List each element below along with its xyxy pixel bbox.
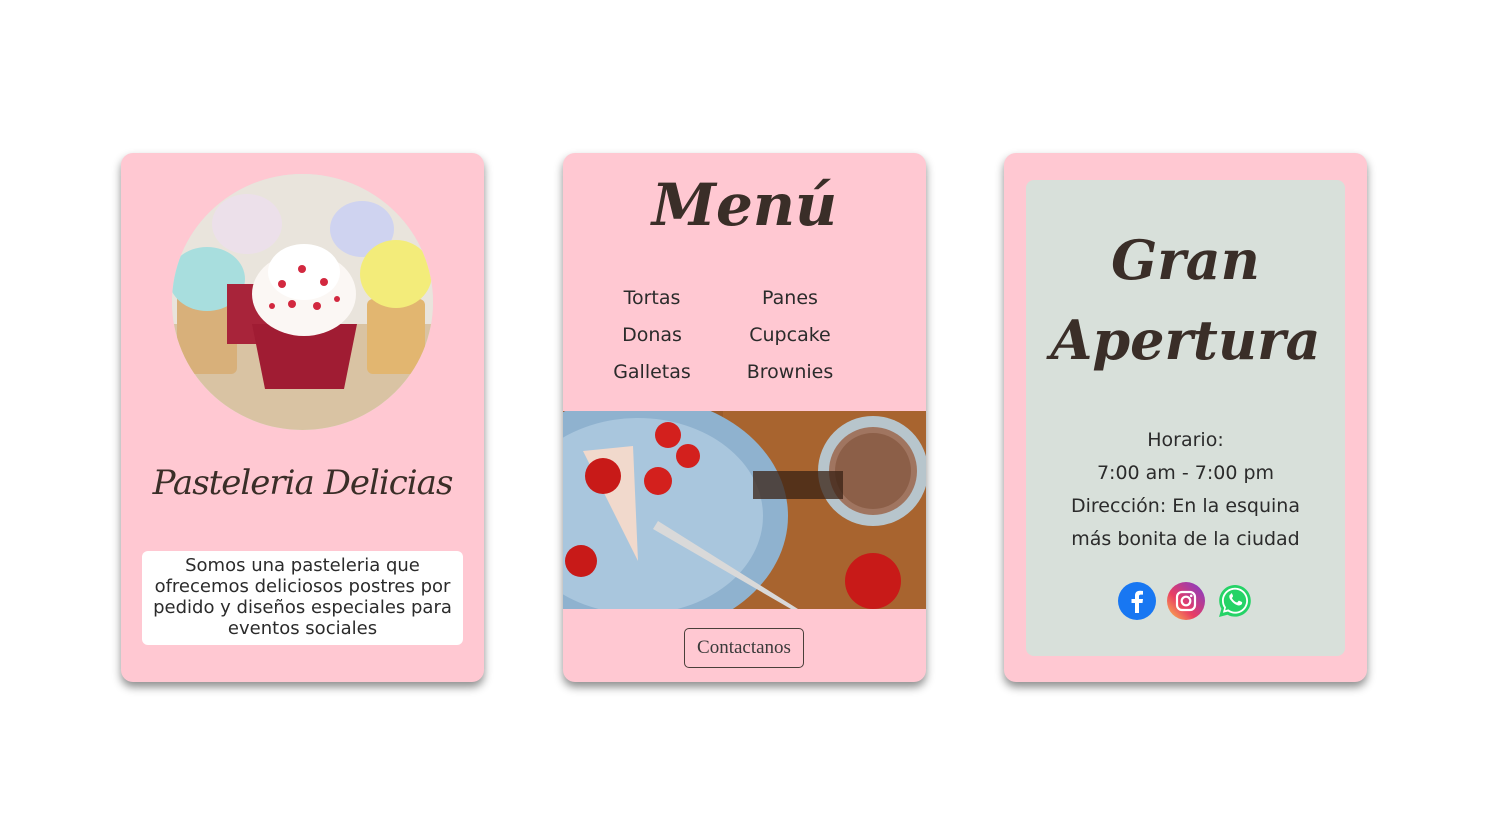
bakery-card: Pasteleria Delicias Somos una pasteleria… [121, 153, 484, 682]
bakery-description: Somos una pasteleria que ofrecemos delic… [142, 551, 463, 645]
menu-item: Donas [622, 324, 682, 346]
hours-value: 7:00 am - 7:00 pm [1096, 462, 1275, 484]
cupcakes-photo [172, 174, 433, 430]
menu-item: Brownies [746, 361, 834, 383]
facebook-icon[interactable] [1117, 582, 1156, 620]
cupcakes-illustration [172, 174, 433, 430]
bakery-name: Pasteleria Delicias [152, 463, 454, 503]
opening-info: Horario: 7:00 am - 7:00 pm Dirección: En… [1026, 424, 1345, 556]
menu-column-left: Tortas Donas Galletas [582, 280, 722, 391]
menu-card: Menú Tortas Donas Galletas Panes Cupcake… [563, 153, 926, 682]
social-links [1026, 582, 1345, 620]
opening-title-line2: Apertura [1050, 308, 1321, 372]
food-illustration [563, 411, 926, 609]
address-line1: Dirección: En la esquina [1071, 495, 1300, 517]
menu-column-right: Panes Cupcake Brownies [720, 280, 860, 391]
menu-item: Panes [762, 287, 818, 309]
contact-button[interactable]: Contactanos [684, 628, 804, 668]
menu-item: Galletas [613, 361, 691, 383]
address-line2: más bonita de la ciudad [1071, 528, 1300, 550]
strawberry-cake-coffee-photo [563, 411, 926, 609]
menu-title: Menú [651, 171, 838, 239]
page: Pasteleria Delicias Somos una pasteleria… [0, 0, 1501, 835]
instagram-icon[interactable] [1166, 582, 1205, 620]
info-panel: Gran Apertura Horario: 7:00 am - 7:00 pm… [1026, 180, 1345, 656]
opening-title: Gran Apertura [1026, 220, 1345, 380]
whatsapp-icon[interactable] [1216, 582, 1254, 620]
hours-label: Horario: [1147, 429, 1224, 451]
opening-title-line1: Gran [1111, 228, 1260, 292]
opening-card: Gran Apertura Horario: 7:00 am - 7:00 pm… [1004, 153, 1367, 682]
menu-item: Cupcake [749, 324, 831, 346]
menu-item: Tortas [623, 287, 681, 309]
